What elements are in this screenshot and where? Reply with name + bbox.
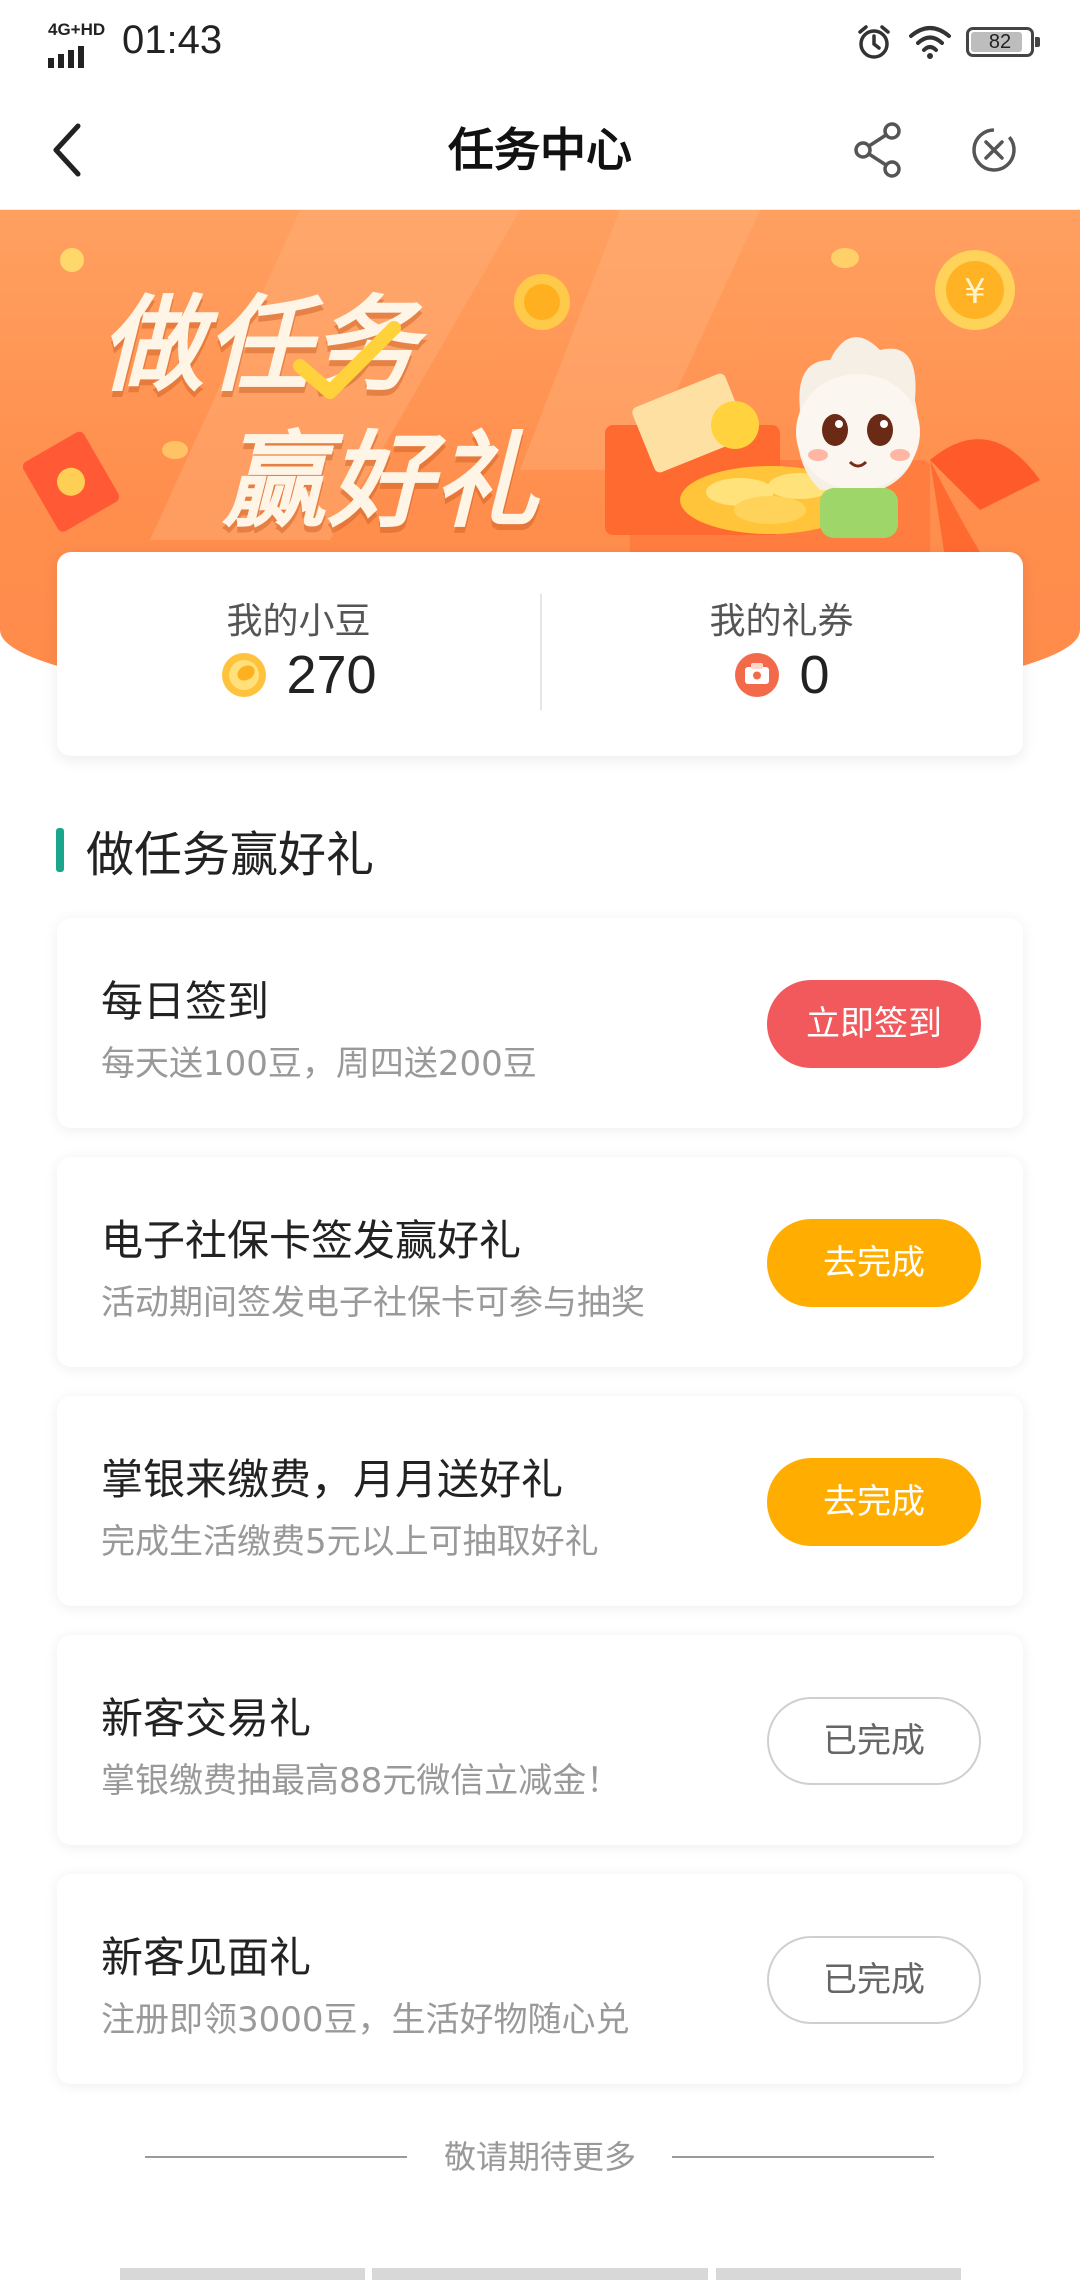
- beans-label: 我的小豆: [226, 601, 371, 642]
- bottom-tab-placeholder: [716, 2268, 961, 2280]
- beans-value: 270: [286, 645, 377, 705]
- battery-level: 82: [988, 31, 1012, 53]
- share-button[interactable]: [840, 112, 916, 188]
- share-icon: [854, 122, 901, 178]
- coupons-stat[interactable]: 我的礼券 0: [540, 552, 1023, 756]
- completed-button[interactable]: 已完成: [767, 1936, 981, 2024]
- completed-button[interactable]: 已完成: [767, 1697, 981, 1785]
- bottom-tab-placeholder: [120, 2268, 365, 2280]
- task-card-new-customer-gift: 新客见面礼 注册即领3000豆，生活好物随心兑 已完成: [57, 1874, 1023, 2084]
- task-title: 电子社保卡签发赢好礼: [101, 1216, 522, 1265]
- wifi-icon: [909, 26, 951, 59]
- task-title: 新客见面礼: [101, 1933, 312, 1982]
- network-type: 4G+HD: [48, 20, 106, 39]
- section-heading: 做任务赢好礼: [56, 815, 374, 885]
- account-stats-card: 我的小豆 270 我的礼券 0: [57, 552, 1023, 756]
- signal-icon: 4G+HD: [48, 20, 108, 68]
- task-title: 掌银来缴费，月月送好礼: [101, 1455, 564, 1504]
- task-title: 新客交易礼: [101, 1694, 312, 1743]
- coupon-icon: [735, 653, 780, 697]
- go-complete-button[interactable]: 去完成: [767, 1219, 981, 1307]
- task-center-page: 4G+HD 01:43 82 任务中心 ¥ 做任务 赢好礼 我的小豆 270 我…: [0, 0, 1080, 2280]
- go-complete-button[interactable]: 去完成: [767, 1458, 981, 1546]
- task-card-bill-payment: 掌银来缴费，月月送好礼 完成生活缴费5元以上可抽取好礼 去完成: [57, 1396, 1023, 1606]
- checkin-now-button[interactable]: 立即签到: [767, 980, 981, 1068]
- section-title: 做任务赢好礼: [86, 827, 375, 883]
- status-time: 01:43: [122, 18, 223, 62]
- task-subtitle: 掌银缴费抽最高88元微信立减金！: [101, 1761, 621, 1801]
- footer-divider-right: [672, 2156, 934, 2158]
- task-card-social-security: 电子社保卡签发赢好礼 活动期间签发电子社保卡可参与抽奖 去完成: [57, 1157, 1023, 1367]
- footer-more-hint: 敬请期待更多: [0, 2120, 1080, 2190]
- footer-text: 敬请期待更多: [443, 2138, 636, 2176]
- status-icons: 82: [854, 20, 1040, 64]
- bottom-tab-placeholder: [372, 2268, 708, 2280]
- status-bar: 4G+HD 01:43 82: [0, 0, 1080, 90]
- task-subtitle: 完成生活缴费5元以上可抽取好礼: [101, 1522, 599, 1562]
- battery-icon: 82: [966, 27, 1040, 57]
- nav-bar: 任务中心: [0, 90, 1080, 210]
- beans-stat[interactable]: 我的小豆 270: [57, 552, 540, 756]
- check-mark-icon: [293, 321, 401, 399]
- section-accent-bar: [56, 828, 64, 872]
- task-subtitle: 每天送100豆，周四送200豆: [101, 1044, 537, 1084]
- task-card-daily-checkin: 每日签到 每天送100豆，周四送200豆 立即签到: [57, 918, 1023, 1128]
- task-subtitle: 活动期间签发电子社保卡可参与抽奖: [101, 1283, 645, 1323]
- bean-coin-icon: [222, 653, 267, 697]
- close-circle-icon: [972, 128, 1016, 172]
- alarm-icon: [858, 25, 890, 59]
- banner-headline-2: 赢好礼: [222, 420, 541, 542]
- task-title: 每日签到: [101, 977, 270, 1026]
- close-button[interactable]: [956, 112, 1032, 188]
- coupons-value: 0: [799, 645, 830, 705]
- svg-text:¥: ¥: [964, 272, 986, 312]
- task-card-new-customer-trade: 新客交易礼 掌银缴费抽最高88元微信立减金！ 已完成: [57, 1635, 1023, 1845]
- task-subtitle: 注册即领3000豆，生活好物随心兑: [101, 2000, 630, 2040]
- page-title: 任务中心: [448, 123, 632, 177]
- coupons-label: 我的礼券: [709, 601, 854, 642]
